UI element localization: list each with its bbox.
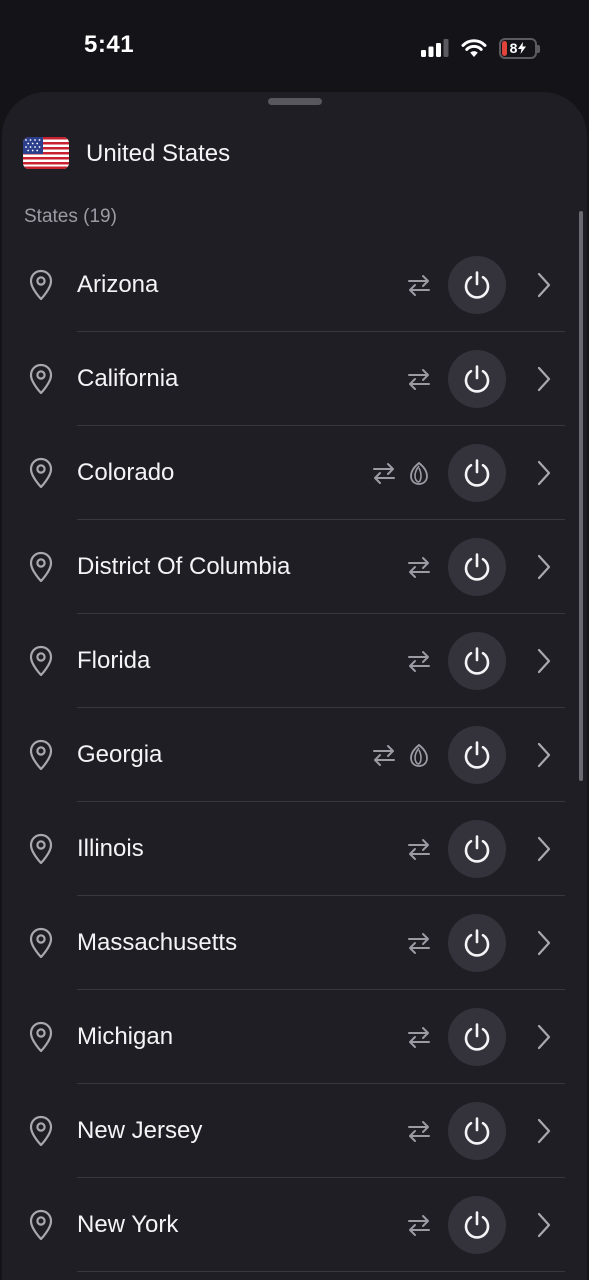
state-name: Colorado xyxy=(77,459,175,486)
connect-button[interactable] xyxy=(448,1008,506,1066)
location-pin-icon xyxy=(29,1021,53,1053)
screen: 5:41 8 United States States (19) Arizona… xyxy=(0,0,589,1280)
row-divider xyxy=(77,1271,565,1272)
swap-arrows-icon xyxy=(408,1121,430,1142)
state-list: Arizona California Colorado District Of … xyxy=(2,238,587,1272)
chevron-right-icon[interactable] xyxy=(536,366,552,392)
chevron-right-icon[interactable] xyxy=(536,742,552,768)
states-section-label: States (19) xyxy=(24,206,117,227)
location-pin-icon xyxy=(29,457,53,489)
sheet-grabber[interactable] xyxy=(268,98,322,105)
chevron-right-icon[interactable] xyxy=(536,648,552,674)
swap-arrows-icon xyxy=(408,651,430,672)
power-icon xyxy=(464,741,490,769)
state-row[interactable]: Michigan xyxy=(2,990,587,1084)
wifi-icon xyxy=(461,38,487,57)
location-pin-icon xyxy=(29,551,53,583)
state-row[interactable]: District Of Columbia xyxy=(2,520,587,614)
state-name: New Jersey xyxy=(77,1117,203,1144)
location-pin-icon xyxy=(29,1209,53,1241)
location-pin-icon xyxy=(29,363,53,395)
connect-button[interactable] xyxy=(448,350,506,408)
connect-button[interactable] xyxy=(448,444,506,502)
state-row[interactable]: New York xyxy=(2,1178,587,1272)
power-icon xyxy=(464,459,490,487)
state-name: New York xyxy=(77,1211,179,1238)
power-icon xyxy=(464,1023,490,1051)
state-name: Georgia xyxy=(77,741,163,768)
state-name: Florida xyxy=(77,647,151,674)
location-pin-icon xyxy=(29,927,53,959)
location-pin-icon xyxy=(29,645,53,677)
power-icon xyxy=(464,929,490,957)
state-row[interactable]: California xyxy=(2,332,587,426)
state-row[interactable]: Arizona xyxy=(2,238,587,332)
location-pin-icon xyxy=(29,739,53,771)
chevron-right-icon[interactable] xyxy=(536,1212,552,1238)
state-row[interactable]: Georgia xyxy=(2,708,587,802)
swap-arrows-icon xyxy=(408,1215,430,1236)
location-pin-icon xyxy=(29,1115,53,1147)
swap-arrows-icon xyxy=(408,275,430,296)
power-icon xyxy=(464,271,490,299)
country-header[interactable]: United States xyxy=(2,130,587,178)
battery-level-fill xyxy=(502,40,507,56)
chevron-right-icon[interactable] xyxy=(536,1024,552,1050)
status-time: 5:41 xyxy=(84,31,135,58)
swap-arrows-icon xyxy=(408,839,430,860)
state-row[interactable]: Illinois xyxy=(2,802,587,896)
swap-arrows-icon xyxy=(408,933,430,954)
swap-arrows-icon xyxy=(408,557,430,578)
chevron-right-icon[interactable] xyxy=(536,272,552,298)
us-flag-icon xyxy=(23,137,69,169)
battery-indicator: 8 xyxy=(499,37,540,59)
power-icon xyxy=(464,647,490,675)
state-name: Michigan xyxy=(77,1023,174,1050)
onion-icon xyxy=(410,743,428,767)
swap-arrows-icon xyxy=(408,369,430,390)
state-row[interactable]: Colorado xyxy=(2,426,587,520)
status-icons: 8 xyxy=(421,36,540,60)
state-name: District Of Columbia xyxy=(77,553,291,580)
chevron-right-icon[interactable] xyxy=(536,1118,552,1144)
chevron-right-icon[interactable] xyxy=(536,554,552,580)
connect-button[interactable] xyxy=(448,914,506,972)
state-name: Illinois xyxy=(77,835,144,862)
state-name: Arizona xyxy=(77,271,159,298)
state-name: Massachusetts xyxy=(77,929,238,956)
state-name: California xyxy=(77,365,179,392)
battery-percent: 8 xyxy=(510,40,527,56)
country-name: United States xyxy=(86,140,231,167)
power-icon xyxy=(464,553,490,581)
power-icon xyxy=(464,1117,490,1145)
connect-button[interactable] xyxy=(448,820,506,878)
connect-button[interactable] xyxy=(448,256,506,314)
state-row[interactable]: Florida xyxy=(2,614,587,708)
swap-arrows-icon xyxy=(408,1027,430,1048)
connect-button[interactable] xyxy=(448,632,506,690)
battery-cap xyxy=(537,44,540,53)
cellular-signal-icon xyxy=(421,39,449,57)
power-icon xyxy=(464,1211,490,1239)
power-icon xyxy=(464,365,490,393)
locations-sheet: United States States (19) Arizona Califo… xyxy=(2,92,587,1280)
swap-arrows-icon xyxy=(373,463,395,484)
swap-arrows-icon xyxy=(373,745,395,766)
state-row[interactable]: New Jersey xyxy=(2,1084,587,1178)
chevron-right-icon[interactable] xyxy=(536,836,552,862)
power-icon xyxy=(464,835,490,863)
charging-bolt-icon xyxy=(518,42,527,54)
location-pin-icon xyxy=(29,833,53,865)
location-pin-icon xyxy=(29,269,53,301)
connect-button[interactable] xyxy=(448,538,506,596)
status-bar: 5:41 8 xyxy=(0,0,589,92)
state-row[interactable]: Massachusetts xyxy=(2,896,587,990)
onion-icon xyxy=(410,461,428,485)
chevron-right-icon[interactable] xyxy=(536,930,552,956)
connect-button[interactable] xyxy=(448,1102,506,1160)
connect-button[interactable] xyxy=(448,726,506,784)
chevron-right-icon[interactable] xyxy=(536,460,552,486)
connect-button[interactable] xyxy=(448,1196,506,1254)
